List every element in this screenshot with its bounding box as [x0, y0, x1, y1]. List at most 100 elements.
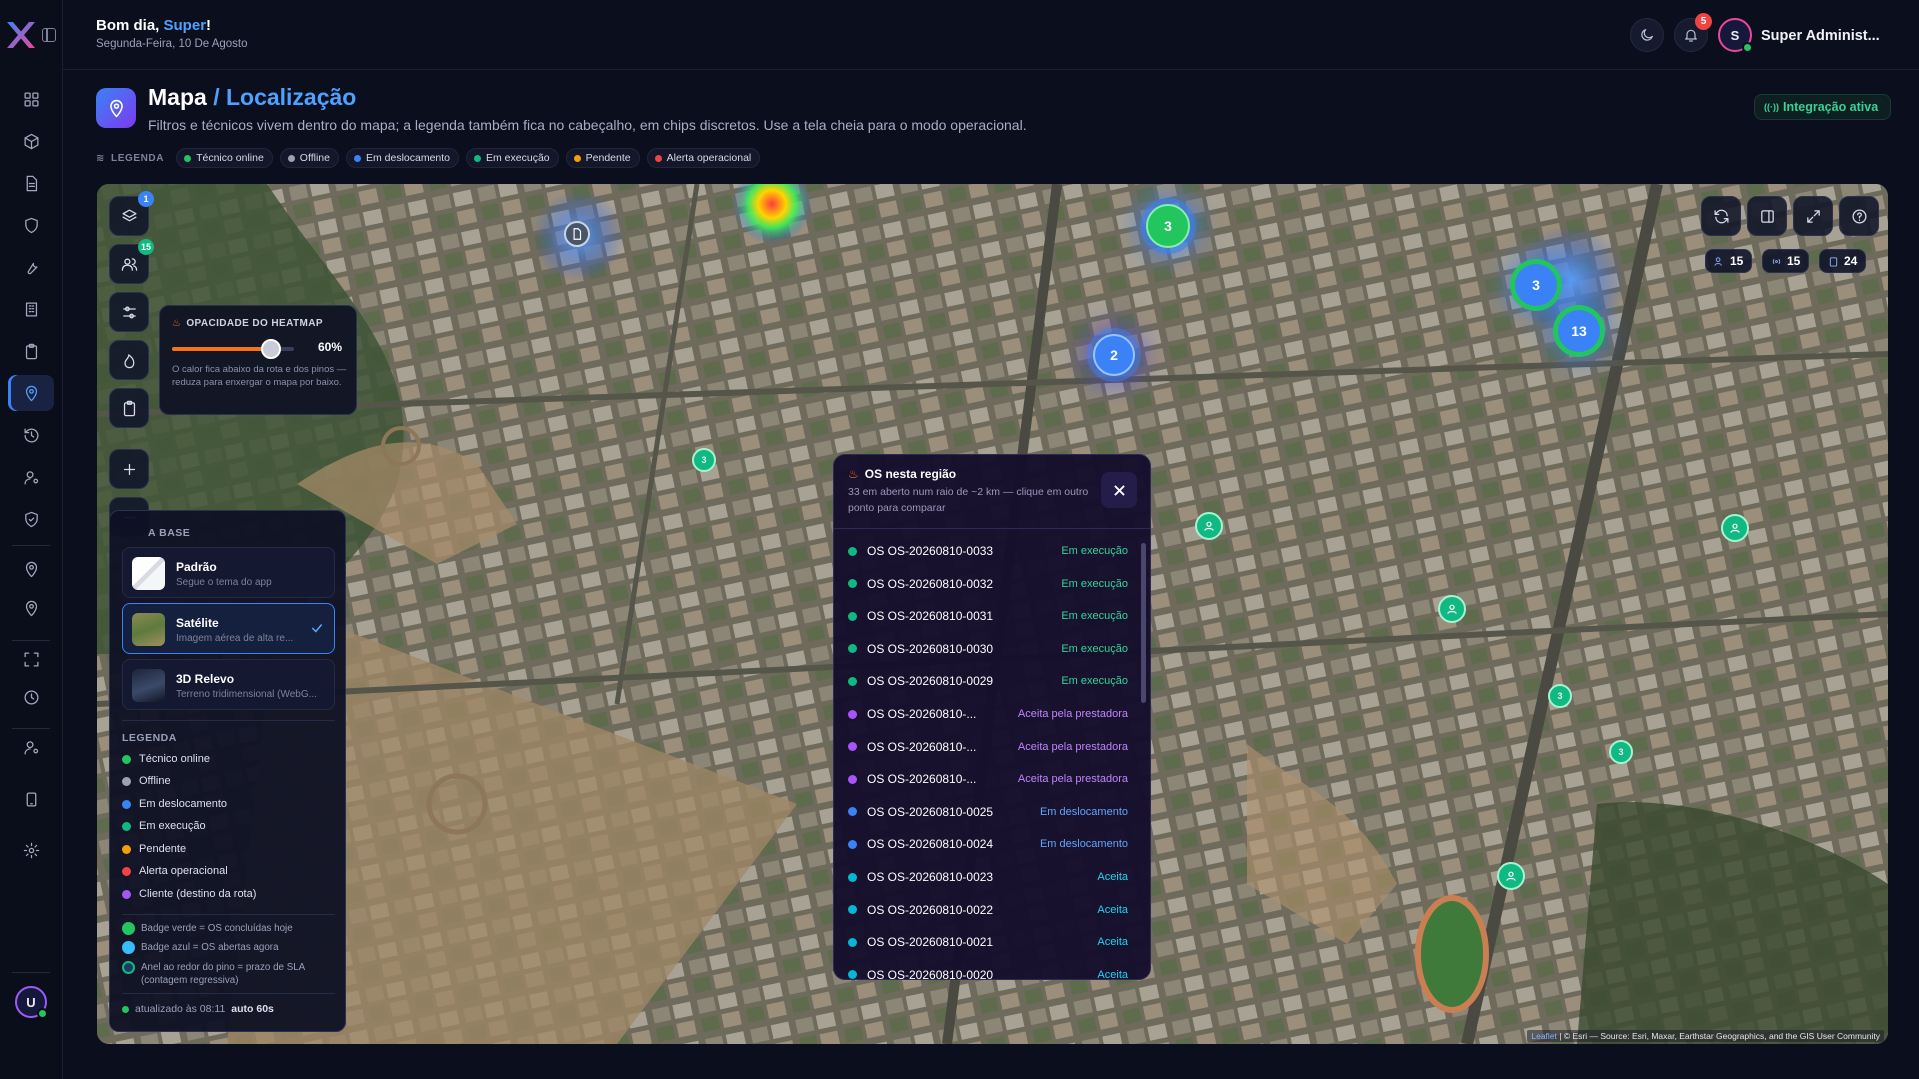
sla-ring-icon: [122, 961, 135, 974]
app-logo[interactable]: [4, 18, 36, 52]
region-orders-panel: ♨ OS nesta região 33 em aberto num raio d…: [833, 454, 1151, 980]
sidebar-item-settings[interactable]: [8, 832, 54, 868]
sidebar-item-orders[interactable]: [8, 333, 54, 369]
order-row[interactable]: OS OS-20260810-0021 Aceita: [848, 926, 1128, 958]
order-code: OS OS-20260810-0032: [867, 576, 994, 591]
sidebar-item-documents[interactable]: [8, 165, 54, 201]
orders-control-button[interactable]: [109, 388, 149, 428]
base-option-satellite[interactable]: Satélite Imagem aérea de alta re...: [122, 603, 335, 654]
order-pin[interactable]: [564, 221, 590, 247]
order-status: Aceita: [1097, 903, 1128, 916]
order-code: OS OS-20260810-0023: [867, 870, 994, 884]
top-bar: Bom dia, Super! Segunda-Feira, 10 De Ago…: [63, 0, 1919, 70]
region-orders-title: ♨ OS nesta região: [848, 467, 956, 481]
page-title-main: Mapa: [148, 84, 207, 110]
dashboard-icon: [23, 91, 39, 107]
map-cluster[interactable]: 3: [1146, 204, 1190, 248]
order-row[interactable]: OS OS-20260810-0025 Em deslocamento: [848, 796, 1128, 828]
heatmap-slider-knob[interactable]: [261, 339, 282, 359]
map-cluster[interactable]: 2: [1093, 334, 1135, 376]
check-icon: [311, 624, 323, 633]
order-status: Aceita pela prestadora: [1017, 740, 1128, 753]
sidebar-item-devices[interactable]: [8, 781, 54, 817]
sidebar-item-products[interactable]: [8, 123, 54, 159]
close-button[interactable]: [1101, 472, 1137, 508]
page-title: Mapa / Localização: [148, 84, 356, 111]
legend-chip-label: Offline: [299, 152, 330, 164]
base-option-sub: Imagem aérea de alta re...: [176, 633, 294, 644]
sidebar-item-tools[interactable]: [8, 249, 54, 285]
order-row[interactable]: OS OS-20260810-0033 Em execução: [848, 535, 1128, 567]
sidebar-item-dashboard[interactable]: [8, 81, 54, 117]
filters-control-button[interactable]: [109, 292, 149, 332]
fullscreen-button[interactable]: [1793, 196, 1833, 236]
sidebar-item-user-settings[interactable]: [8, 729, 54, 765]
sidebar-item-places[interactable]: [8, 590, 54, 626]
refresh-button[interactable]: [1701, 196, 1741, 236]
sidebar-item-security[interactable]: [8, 207, 54, 243]
panel-icon: [1760, 209, 1774, 223]
order-row[interactable]: OS OS-20260810-0024 Em deslocamento: [848, 828, 1128, 860]
side-panel-toggle-button[interactable]: [1747, 196, 1787, 236]
technician-pin-cluster[interactable]: 3: [1548, 684, 1572, 708]
notifications-button[interactable]: 5: [1674, 13, 1712, 52]
order-row[interactable]: OS OS-20260810-0030 Em execução: [848, 633, 1128, 665]
online-count: 15: [1787, 254, 1801, 268]
sidebar-user-avatar[interactable]: U: [15, 986, 48, 1019]
layers-control-button[interactable]: 1: [109, 191, 154, 236]
order-row[interactable]: OS OS-20260810-... Aceita pela prestadora: [848, 731, 1128, 763]
sidebar-item-buildings[interactable]: [8, 291, 54, 327]
help-button[interactable]: [1839, 196, 1879, 236]
zoom-in-button[interactable]: [109, 449, 149, 489]
order-row[interactable]: OS OS-20260810-... Aceita pela prestadora: [848, 698, 1128, 730]
flame-icon: [123, 353, 134, 368]
heatmap-opacity-slider[interactable]: [172, 339, 294, 359]
map-cluster[interactable]: 3: [1515, 264, 1557, 306]
order-code: OS OS-20260810-0029: [867, 674, 994, 689]
theme-toggle-button[interactable]: [1630, 18, 1664, 52]
sidebar-item-compliance[interactable]: [8, 501, 54, 537]
leaflet-link[interactable]: Leaflet: [1531, 1031, 1557, 1041]
satellite-map[interactable]: 1 15 15 15 24 3 2 3 13 3 3 3 3 ♨ OPACIDAD…: [97, 184, 1888, 1044]
order-row[interactable]: OS OS-20260810-0029 Em execução: [848, 665, 1128, 697]
technician-pin-cluster[interactable]: 3: [1609, 740, 1633, 764]
technician-pin[interactable]: [1497, 862, 1525, 890]
sidebar-item-users[interactable]: [8, 459, 54, 495]
order-row[interactable]: OS OS-20260810-0022 Aceita: [848, 894, 1128, 926]
technician-pin[interactable]: [1195, 512, 1223, 540]
order-row[interactable]: OS OS-20260810-0031 Em execução: [848, 600, 1128, 632]
status-dot: [848, 579, 857, 589]
notifications-count-badge: 5: [1695, 13, 1712, 30]
order-status: Em execução: [1061, 642, 1128, 655]
sidebar-item-scan[interactable]: [8, 641, 54, 677]
order-code: OS OS-20260810-0025: [867, 804, 994, 819]
legend-note: Badge verde = OS concluídas hoje: [122, 922, 337, 935]
map-cluster[interactable]: 13: [1558, 310, 1600, 352]
order-row[interactable]: OS OS-20260810-... Aceita pela prestadora: [848, 763, 1128, 795]
sidebar-item-history[interactable]: [8, 417, 54, 453]
order-row[interactable]: OS OS-20260810-0023 Aceita: [848, 861, 1128, 893]
order-code: OS OS-20260810-0022: [867, 902, 994, 917]
order-status: Aceita: [1097, 968, 1128, 980]
technicians-control-button[interactable]: 15: [109, 239, 154, 284]
heatmap-control-button[interactable]: [109, 340, 149, 380]
user-avatar[interactable]: S: [1718, 18, 1753, 53]
integration-status-badge[interactable]: Integração ativa: [1754, 94, 1892, 120]
scrollbar[interactable]: [1141, 543, 1146, 703]
technician-pin[interactable]: [1438, 595, 1466, 623]
order-row[interactable]: OS OS-20260810-0020 Aceita: [848, 959, 1128, 980]
base-option-default[interactable]: Padrão Segue o tema do app: [122, 547, 335, 598]
technician-pin[interactable]: [1721, 514, 1749, 542]
page-title-sub: / Localização: [213, 84, 357, 110]
sidebar-item-timeline[interactable]: [8, 679, 54, 715]
sidebar-item-map[interactable]: [8, 375, 54, 411]
base-option-3d[interactable]: 3D Relevo Terreno tridimensional (WebG..…: [122, 659, 335, 710]
sidebar-item-locations[interactable]: [8, 551, 54, 587]
document-icon: [573, 228, 582, 240]
technician-pin-cluster[interactable]: 3: [692, 448, 716, 472]
legend-note: Anel ao redor do pino = prazo de SLA (co…: [122, 961, 337, 987]
heatmap-title: ♨ OPACIDADE DO HEATMAP: [172, 318, 344, 329]
order-row[interactable]: OS OS-20260810-0032 Em execução: [848, 568, 1128, 600]
user-name[interactable]: Super Administ...: [1761, 28, 1880, 44]
sidebar-collapse-icon[interactable]: [42, 28, 56, 42]
